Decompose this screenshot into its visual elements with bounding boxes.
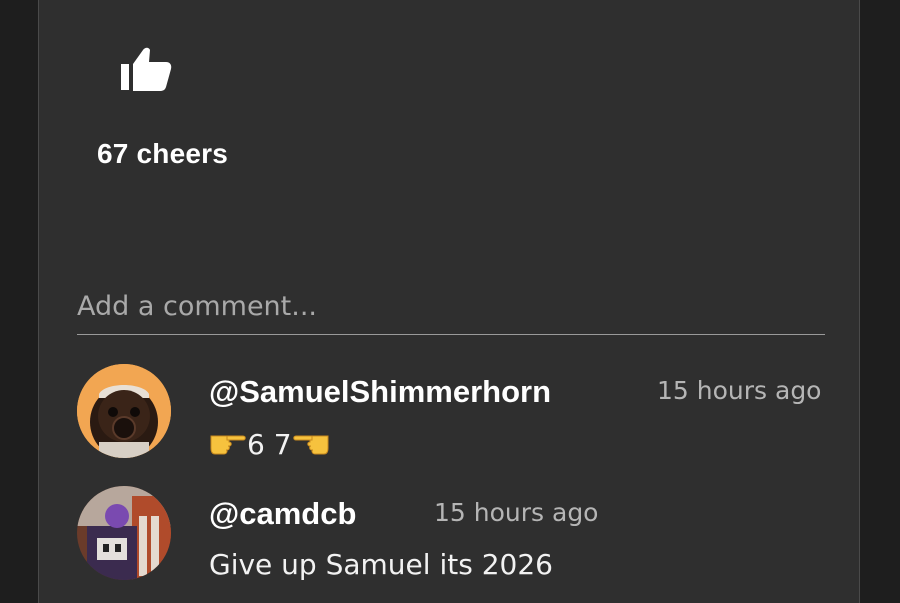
- cheers-count: 67 cheers: [97, 138, 229, 169]
- avatar[interactable]: [77, 486, 171, 580]
- thumbs-up-icon: [121, 47, 172, 91]
- comment-author-handle[interactable]: @camdcb: [209, 496, 356, 532]
- pointing-right-hand-icon: [209, 426, 247, 463]
- comment-text: 6 7: [209, 426, 330, 463]
- post-card: 67 cheers @SamuelShimmerhorn 15 hours ag…: [38, 0, 860, 603]
- pointing-left-hand-icon: [292, 426, 330, 463]
- add-comment-input[interactable]: [77, 279, 825, 335]
- comment-timestamp: 15 hours ago: [434, 498, 599, 527]
- comment-author-handle[interactable]: @SamuelShimmerhorn: [209, 374, 551, 410]
- like-button[interactable]: [117, 42, 175, 96]
- comment-timestamp: 15 hours ago: [657, 376, 822, 405]
- page: 67 cheers @SamuelShimmerhorn 15 hours ag…: [0, 0, 900, 603]
- comment-text-value: 6 7: [247, 428, 292, 461]
- avatar-image: [77, 364, 171, 458]
- comment-text: Give up Samuel its 2026: [209, 548, 553, 581]
- avatar[interactable]: [77, 364, 171, 458]
- avatar-image: [77, 486, 171, 580]
